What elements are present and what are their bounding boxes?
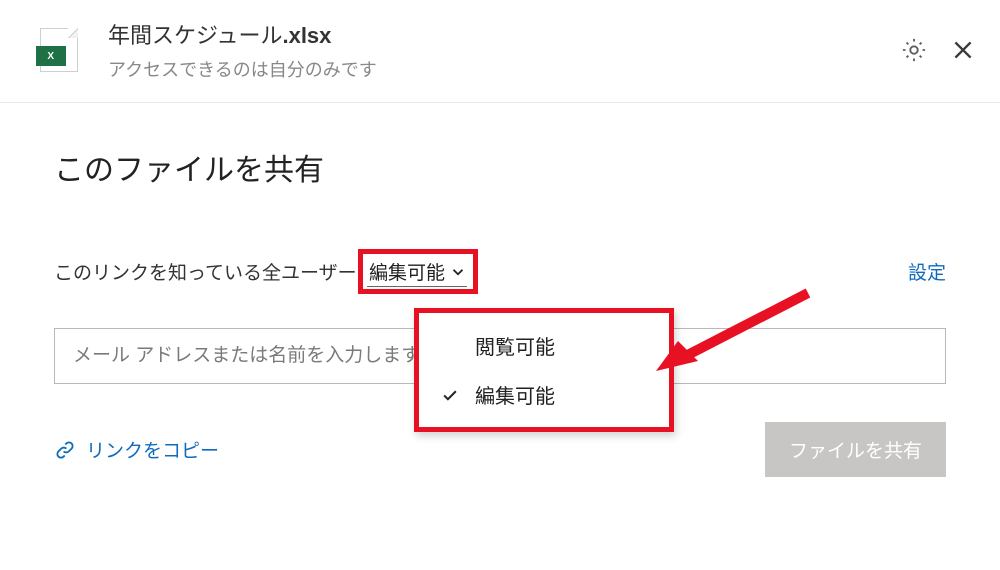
close-icon[interactable] [950, 37, 976, 63]
permission-left: このリンクを知っている全ユーザー: 編集可能 [54, 249, 478, 294]
permission-row: このリンクを知っている全ユーザー: 編集可能 設定 [54, 249, 946, 294]
file-name-base: 年間スケジュール [108, 23, 282, 48]
share-file-button[interactable]: ファイルを共有 [765, 422, 946, 477]
permission-label: このリンクを知っている全ユーザー: [54, 258, 362, 285]
copy-link-label: リンクをコピー [86, 436, 219, 463]
permission-dropdown-text: 編集可能 [369, 258, 445, 285]
file-access-subtitle: アクセスできるのは自分のみです [108, 56, 900, 82]
chevron-down-icon [449, 263, 467, 281]
copy-link-button[interactable]: リンクをコピー [54, 436, 219, 463]
settings-link[interactable]: 設定 [908, 258, 946, 285]
dropdown-option-view[interactable]: 閲覧可能 [419, 321, 669, 370]
permission-dropdown-menu: 閲覧可能 編集可能 [414, 308, 674, 432]
gear-icon[interactable] [900, 36, 928, 64]
link-icon [54, 439, 76, 461]
header: X 年間スケジュール.xlsx アクセスできるのは自分のみです [0, 0, 1000, 103]
file-name-ext: .xlsx [282, 23, 331, 48]
file-meta: 年間スケジュール.xlsx アクセスできるのは自分のみです [108, 18, 900, 82]
header-actions [900, 36, 976, 64]
dropdown-option-label: 閲覧可能 [475, 331, 555, 360]
file-name: 年間スケジュール.xlsx [108, 18, 900, 50]
permission-dropdown[interactable]: 編集可能 [358, 249, 478, 294]
dropdown-option-label: 編集可能 [475, 380, 555, 409]
dialog-title: このファイルを共有 [54, 145, 946, 189]
excel-file-icon: X [40, 28, 78, 72]
check-icon [439, 385, 461, 405]
excel-badge: X [36, 46, 66, 66]
dropdown-option-edit[interactable]: 編集可能 [419, 370, 669, 419]
